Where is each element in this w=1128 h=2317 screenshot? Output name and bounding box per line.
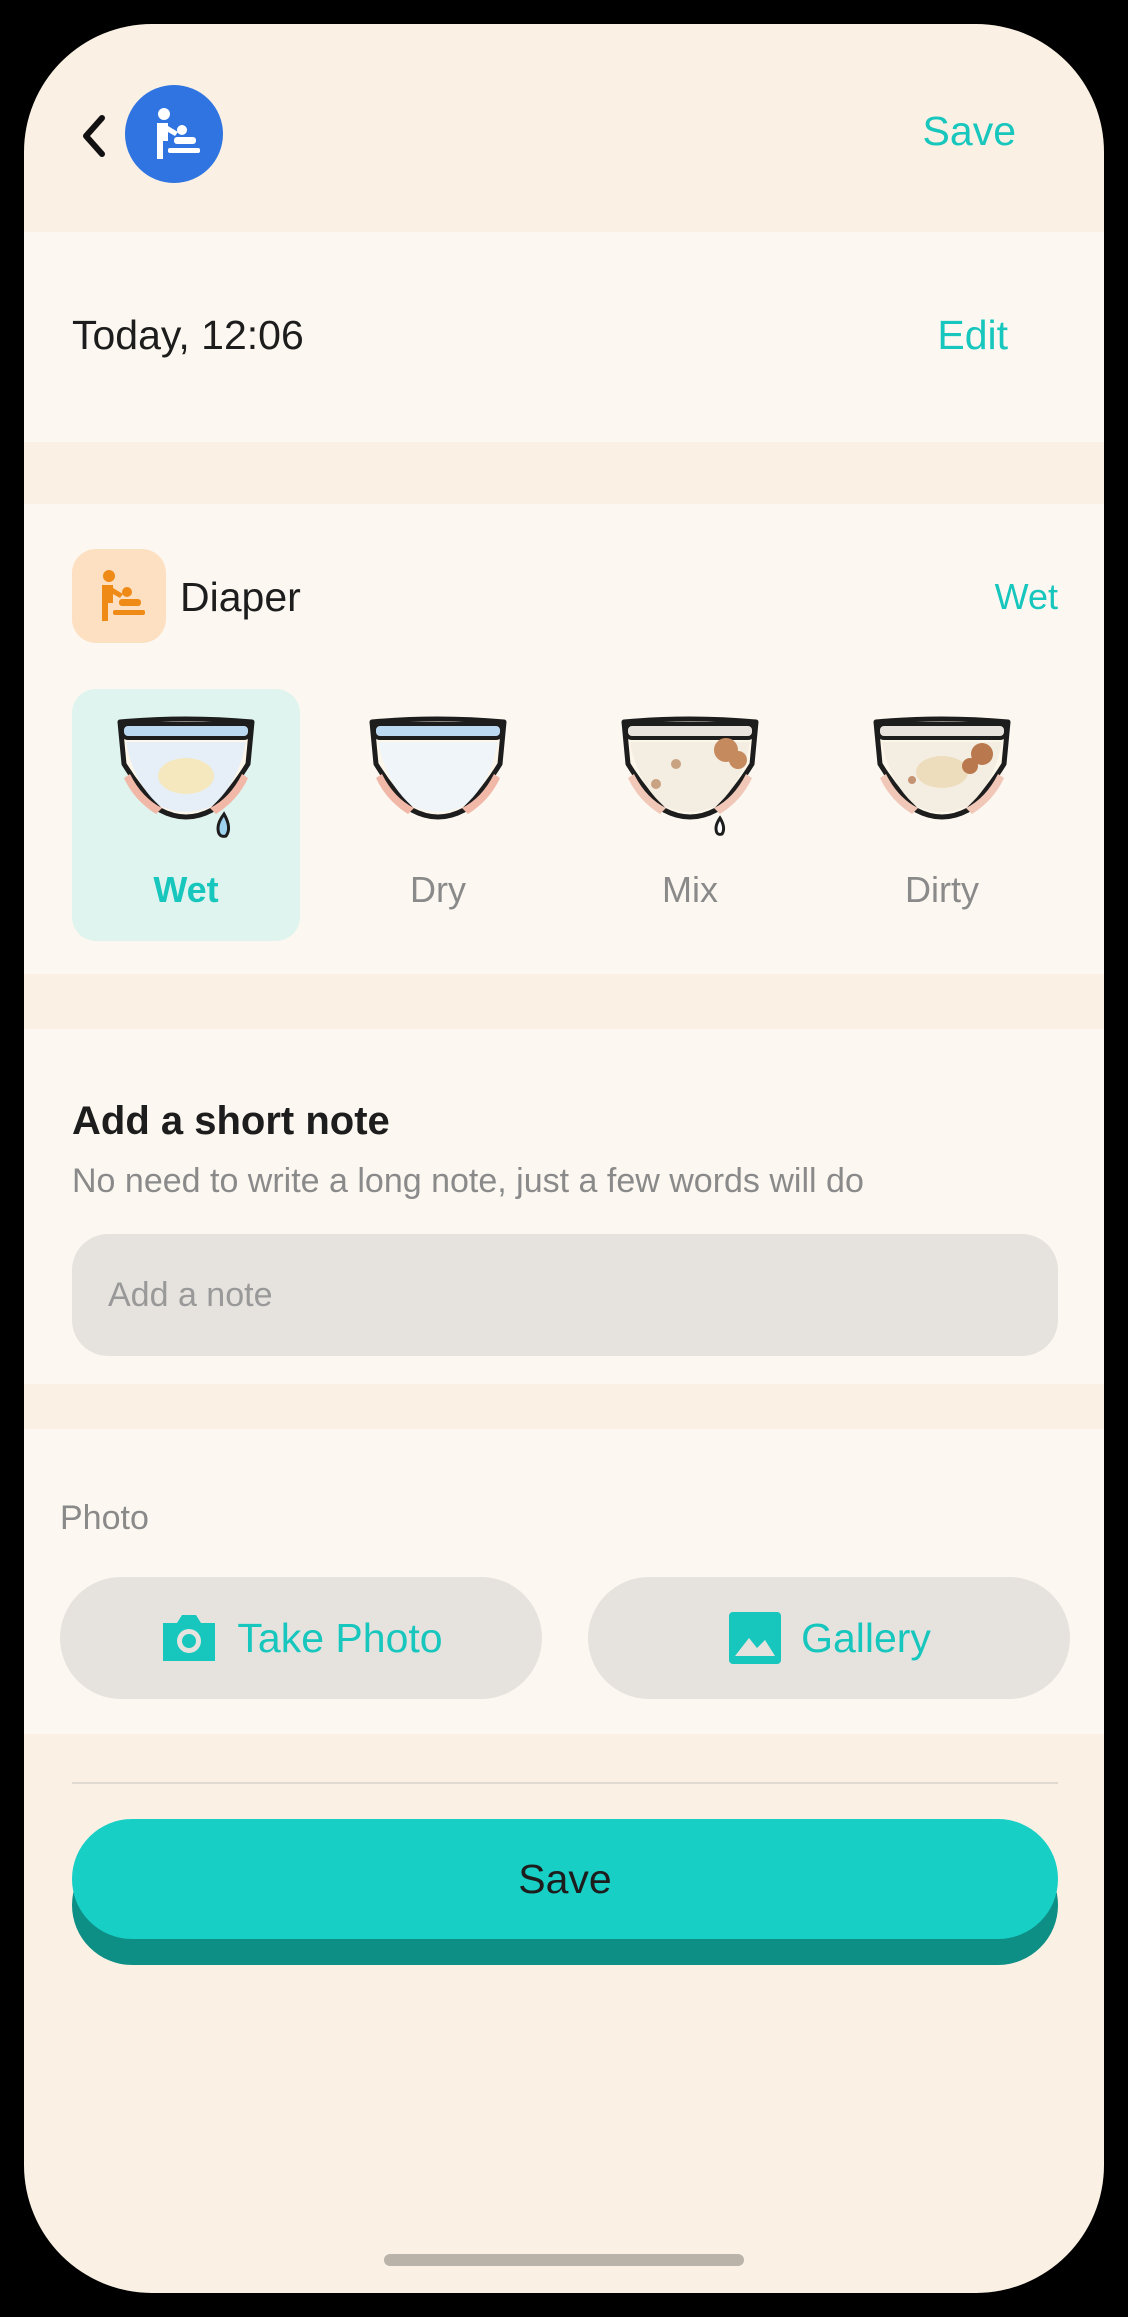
diaper-card: Diaper Wet Wet Dry Mix Dirty bbox=[24, 504, 1104, 974]
home-indicator[interactable] bbox=[384, 2254, 744, 2266]
diaper-category-icon bbox=[72, 549, 166, 643]
diaper-option-dry[interactable]: Dry bbox=[324, 689, 552, 941]
diaper-option-wet[interactable]: Wet bbox=[72, 689, 300, 941]
diaper-option-dirty[interactable]: Dirty bbox=[828, 689, 1056, 941]
diaper-option-label: Dirty bbox=[905, 869, 979, 910]
camera-icon bbox=[163, 1615, 216, 1661]
take-photo-label: Take Photo bbox=[237, 1614, 443, 1661]
save-button-container: Save bbox=[72, 1819, 1058, 1967]
dry-diaper-icon bbox=[369, 716, 507, 820]
dirty-diaper-icon bbox=[873, 716, 1011, 820]
diaper-option-label: Mix bbox=[662, 869, 718, 910]
photo-label: Photo bbox=[60, 1499, 149, 1537]
save-button[interactable]: Save bbox=[72, 1819, 1058, 1939]
baby-changing-icon bbox=[102, 570, 145, 621]
phone-frame: Save Today, 12:06 Edit Diaper Wet Wet Dr… bbox=[0, 0, 1128, 2317]
datetime-card: Today, 12:06 Edit bbox=[24, 232, 1104, 442]
note-card: Add a short note No need to write a long… bbox=[24, 1029, 1104, 1384]
gallery-label: Gallery bbox=[801, 1614, 931, 1661]
note-subtitle: No need to write a long note, just a few… bbox=[72, 1162, 864, 1200]
diaper-options: Wet Dry Mix Dirty bbox=[72, 689, 1072, 944]
diaper-option-mix[interactable]: Mix bbox=[576, 689, 804, 941]
divider bbox=[72, 1782, 1058, 1784]
datetime-value: Today, 12:06 bbox=[72, 312, 304, 358]
mixed-diaper-icon bbox=[621, 716, 759, 836]
note-input[interactable] bbox=[72, 1234, 1058, 1356]
note-title: Add a short note bbox=[72, 1099, 390, 1143]
photo-card: Photo Take Photo Gallery bbox=[24, 1429, 1104, 1734]
top-bar: Save bbox=[24, 24, 1104, 234]
take-photo-button[interactable]: Take Photo bbox=[60, 1577, 542, 1699]
wet-diaper-icon bbox=[117, 716, 255, 838]
diaper-option-label: Dry bbox=[410, 869, 466, 910]
chevron-left-icon bbox=[83, 115, 105, 157]
diaper-title: Diaper bbox=[180, 574, 301, 620]
activity-avatar bbox=[125, 85, 223, 183]
image-icon bbox=[729, 1612, 782, 1664]
diaper-selected-value: Wet bbox=[994, 576, 1058, 617]
screen: Save Today, 12:06 Edit Diaper Wet Wet Dr… bbox=[24, 24, 1104, 2293]
diaper-option-label: Wet bbox=[153, 869, 219, 910]
edit-datetime-button[interactable]: Edit bbox=[937, 312, 1008, 359]
gallery-button[interactable]: Gallery bbox=[588, 1577, 1070, 1699]
back-button[interactable] bbox=[74, 108, 114, 164]
header-save-button[interactable]: Save bbox=[923, 108, 1016, 155]
baby-changing-icon bbox=[157, 108, 200, 159]
